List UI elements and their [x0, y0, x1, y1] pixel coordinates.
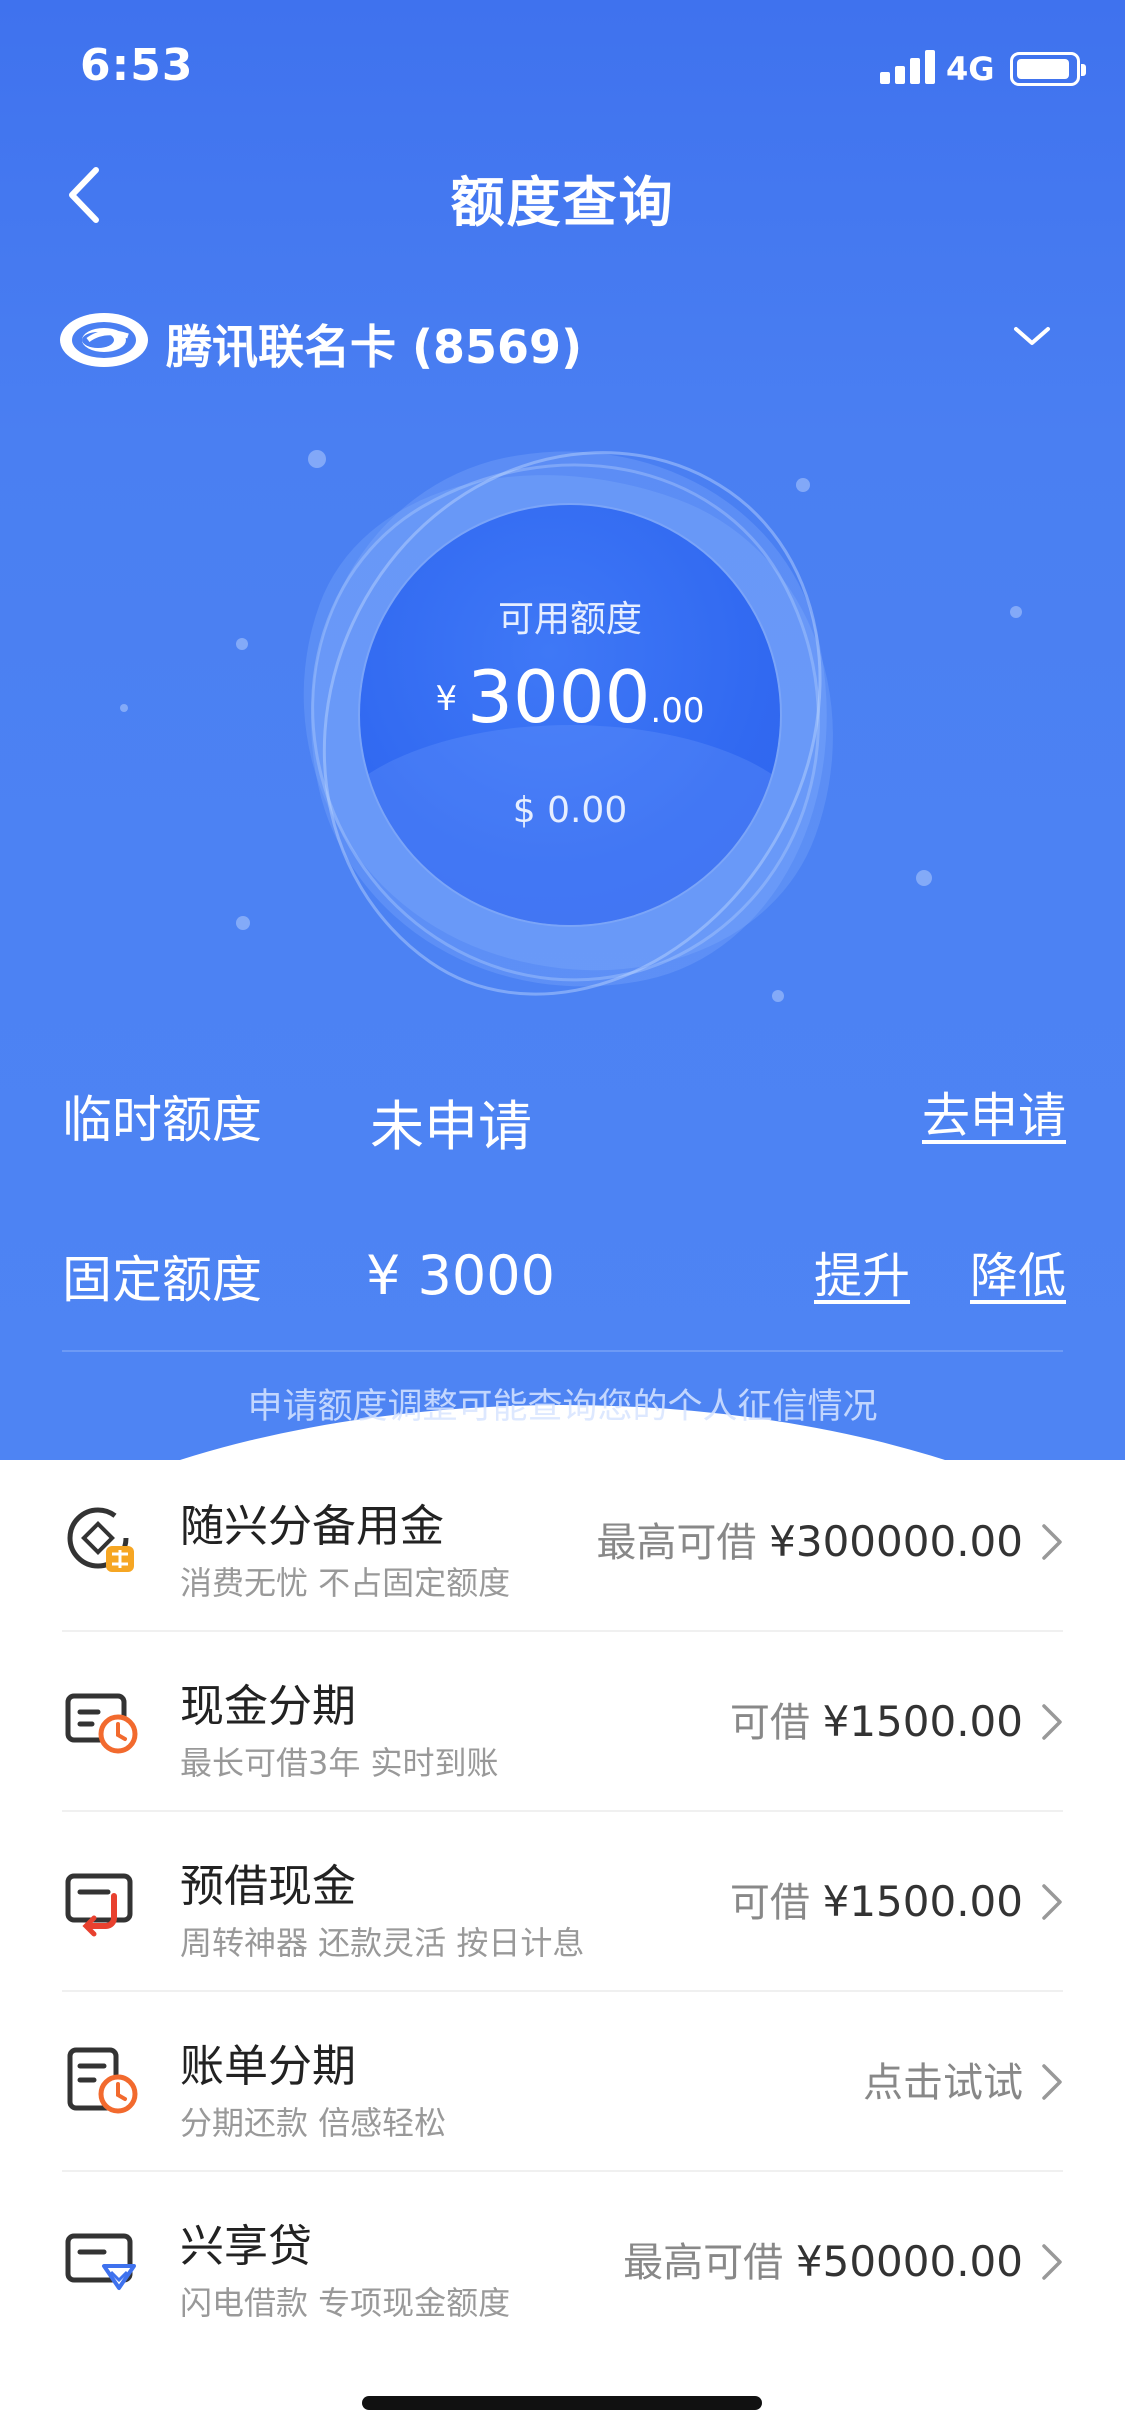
service-subtitle: 最长可借3年 实时到账 — [180, 1744, 499, 1782]
service-amount: 可借 ¥1500.00 — [730, 1690, 1023, 1748]
amount-prefix: 可借 — [729, 1880, 810, 1926]
list-item[interactable]: 账单分期 分期还款 倍感轻松 点击试试 — [0, 1990, 1125, 2170]
bank-logo-icon — [60, 313, 148, 367]
status-bar: 6:53 4G — [0, 0, 1125, 132]
network-type: 4G — [946, 50, 995, 88]
list-item[interactable]: 现金分期 最长可借3年 实时到账 可借 ¥1500.00 — [0, 1630, 1125, 1810]
status-time: 6:53 — [80, 40, 194, 91]
decor-dot — [120, 704, 128, 712]
card-selector[interactable]: 腾讯联名卡 (8569) — [58, 305, 1068, 380]
chevron-right-icon — [1042, 2064, 1062, 2100]
home-indicator[interactable] — [362, 2396, 762, 2410]
service-subtitle: 分期还款 倍感轻松 — [180, 2104, 447, 2142]
amount-decimal: .00 — [650, 691, 705, 731]
battery-icon — [1010, 52, 1086, 86]
service-title: 兴享贷 — [180, 2221, 312, 2272]
amount-prefix: 最高可借 — [596, 1520, 757, 1566]
list-item[interactable]: 兴享贷 闪电借款 专项现金额度 最高可借 ¥50000.00 — [0, 2170, 1125, 2350]
lower-quota-link[interactable]: 降低 — [970, 1236, 1066, 1306]
page-title: 额度查询 — [450, 171, 675, 234]
credit-circle-decoration: 可用额度 ¥3000.00 $ 0.00 — [212, 352, 928, 1088]
service-title: 随兴分备用金 — [180, 1501, 444, 1552]
raise-quota-link[interactable]: 提升 — [814, 1236, 910, 1306]
divider — [62, 1350, 1063, 1352]
available-credit-amount: ¥3000.00 — [360, 655, 780, 739]
decor-dot — [236, 916, 250, 930]
list-item[interactable]: 预借现金 周转神器 还款灵活 按日计息 可借 ¥1500.00 — [0, 1810, 1125, 1990]
amount-prefix: 最高可借 — [623, 2240, 784, 2286]
service-subtitle: 闪电借款 专项现金额度 — [180, 2284, 511, 2322]
currency-symbol: ¥ — [435, 679, 458, 719]
amount-value: ¥50000.00 — [795, 2237, 1023, 2286]
available-credit-usd: $ 0.00 — [512, 790, 628, 831]
chevron-right-icon — [1042, 1524, 1062, 1560]
available-credit-circle: 可用额度 ¥3000.00 $ 0.00 — [360, 505, 780, 925]
decor-dot — [916, 870, 932, 886]
amount-prefix: 点击试试 — [863, 2060, 1023, 2106]
loan-icon — [65, 2233, 136, 2290]
amount-prefix: 可借 — [729, 1700, 810, 1746]
temporary-quota-label: 临时额度 — [62, 1091, 262, 1149]
cash-installment-icon — [65, 1693, 138, 1754]
service-title: 账单分期 — [180, 2041, 356, 2092]
chevron-right-icon — [1042, 1704, 1062, 1740]
service-title: 预借现金 — [180, 1861, 356, 1912]
fixed-quota-value: ¥ 3000 — [366, 1244, 555, 1307]
card-name: 腾讯联名卡 (8569) — [166, 320, 583, 374]
service-title: 现金分期 — [180, 1681, 356, 1732]
signal-icon — [880, 50, 936, 84]
chevron-right-icon — [1042, 1884, 1062, 1920]
chevron-right-icon — [1042, 2244, 1062, 2280]
amount-integer: 3000 — [467, 655, 651, 739]
bill-installment-icon — [67, 2047, 138, 2114]
reserve-fund-icon — [67, 1507, 134, 1572]
amount-value: ¥1500.00 — [822, 1697, 1023, 1746]
amount-value: ¥1500.00 — [822, 1877, 1023, 1926]
available-credit-label: 可用额度 — [497, 599, 642, 640]
list-item[interactable]: 随兴分备用金 消费无忧 不占固定额度 最高可借 ¥300000.00 — [0, 1450, 1125, 1630]
decor-dot — [236, 638, 248, 650]
service-subtitle: 消费无忧 不占固定额度 — [180, 1564, 511, 1602]
fixed-quota-label: 固定额度 — [62, 1251, 262, 1309]
decor-dot — [1010, 606, 1022, 618]
temporary-quota-value: 未申请 — [370, 1095, 532, 1158]
service-amount: 点击试试 — [863, 2050, 1023, 2108]
amount-value: ¥300000.00 — [769, 1517, 1023, 1566]
service-amount: 最高可借 ¥50000.00 — [623, 2230, 1023, 2288]
service-subtitle: 周转神器 还款灵活 按日计息 — [180, 1924, 585, 1962]
service-amount: 最高可借 ¥300000.00 — [596, 1510, 1023, 1568]
cash-advance-icon — [65, 1873, 133, 1937]
credit-check-notice: 申请额度调整可能查询您的个人征信情况 — [247, 1387, 878, 1427]
service-amount: 可借 ¥1500.00 — [730, 1870, 1023, 1928]
apply-temporary-quota-link[interactable]: 去申请 — [922, 1076, 1066, 1146]
credit-query-page: 6:53 4G 额度查询 腾讯联名卡 (8569) 可用额度 ¥ 3000.00… — [0, 0, 1125, 2436]
chevron-down-icon — [1014, 327, 1050, 345]
